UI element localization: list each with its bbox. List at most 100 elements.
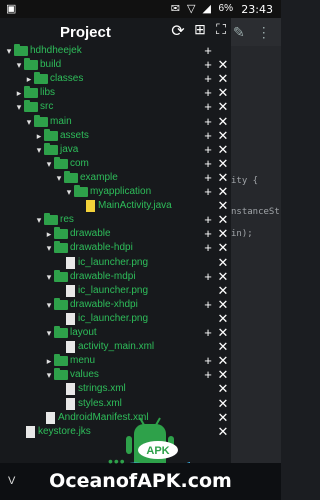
add-icon[interactable]: + xyxy=(202,227,214,241)
delete-icon[interactable]: ✕ xyxy=(217,156,229,171)
tree-file-row[interactable]: activity_main.xml ✕ xyxy=(0,340,231,354)
add-icon[interactable]: + xyxy=(202,241,214,255)
chevron-down-icon[interactable]: ▾ xyxy=(14,100,24,114)
tree-folder-row[interactable]: ▾ drawable-xhdpi + ✕ xyxy=(0,297,231,312)
delete-icon[interactable]: ✕ xyxy=(217,100,229,114)
delete-icon[interactable]: ✕ xyxy=(217,269,229,284)
chevron-down-icon[interactable]: ▾ xyxy=(44,326,54,340)
tree-folder-row[interactable]: ▾ com + ✕ xyxy=(0,156,231,171)
tree-file-row[interactable]: styles.xml ✕ xyxy=(0,396,231,411)
tree-folder-row[interactable]: ▾ hdhdheejek + xyxy=(0,44,231,58)
delete-icon[interactable]: ✕ xyxy=(217,424,229,439)
chevron-right-icon[interactable]: ▸ xyxy=(44,227,54,241)
tree-folder-row[interactable]: ▸ libs + ✕ xyxy=(0,86,231,100)
delete-icon[interactable]: ✕ xyxy=(217,368,229,382)
add-icon[interactable]: + xyxy=(202,114,214,129)
pencil-icon[interactable]: ✎ xyxy=(233,24,245,40)
chevron-right-icon[interactable]: ▸ xyxy=(34,129,44,143)
delete-icon[interactable]: ✕ xyxy=(217,326,229,340)
delete-icon[interactable]: ✕ xyxy=(217,255,229,270)
delete-icon[interactable]: ✕ xyxy=(217,170,229,185)
add-icon[interactable]: + xyxy=(202,72,214,86)
add-icon[interactable]: + xyxy=(202,142,214,157)
delete-icon[interactable]: ✕ xyxy=(217,86,229,100)
tree-folder-row[interactable]: ▾ values + ✕ xyxy=(0,368,231,382)
add-icon[interactable]: + xyxy=(202,185,214,199)
tree-file-row[interactable]: ic_launcher.png ✕ xyxy=(0,311,231,326)
chevron-down-icon[interactable]: ▾ xyxy=(4,44,14,58)
add-icon[interactable]: + xyxy=(202,100,214,114)
add-icon[interactable]: + xyxy=(202,156,214,171)
delete-icon[interactable]: ✕ xyxy=(217,241,229,255)
tree-folder-row[interactable]: ▾ res + ✕ xyxy=(0,213,231,227)
tree-folder-row[interactable]: ▾ drawable-hdpi + ✕ xyxy=(0,241,231,255)
delete-icon[interactable]: ✕ xyxy=(217,382,229,396)
tree-folder-row[interactable]: ▾ java + ✕ xyxy=(0,142,231,157)
add-icon[interactable]: + xyxy=(202,128,214,143)
expand-icon[interactable]: ⛶ xyxy=(211,21,231,38)
add-icon[interactable]: + xyxy=(202,269,214,284)
delete-icon[interactable]: ✕ xyxy=(217,311,229,326)
chevron-down-icon[interactable]: ▾ xyxy=(44,298,54,312)
delete-icon[interactable]: ✕ xyxy=(217,185,229,199)
refresh-icon[interactable]: ⟳ xyxy=(168,21,188,41)
tree-file-row[interactable]: keystore.jks ✕ xyxy=(0,424,231,439)
tree-file-row[interactable]: MainActivity.java ✕ xyxy=(0,199,231,213)
tree-folder-row[interactable]: ▾ main + ✕ xyxy=(0,114,231,129)
tree-file-row[interactable]: AndroidManifest.xml ✕ xyxy=(0,410,231,425)
delete-icon[interactable]: ✕ xyxy=(217,58,229,72)
chevron-right-icon[interactable]: ▸ xyxy=(14,86,24,100)
delete-icon[interactable]: ✕ xyxy=(217,396,229,411)
add-icon[interactable]: + xyxy=(202,44,214,58)
delete-icon[interactable]: ✕ xyxy=(217,297,229,312)
delete-icon[interactable]: ✕ xyxy=(217,410,229,425)
delete-icon[interactable]: ✕ xyxy=(217,199,229,213)
add-icon[interactable]: + xyxy=(202,368,214,382)
add-icon[interactable]: + xyxy=(202,170,214,185)
chevron-down-icon[interactable]: ▾ xyxy=(34,213,44,227)
chevron-down-icon[interactable]: ▾ xyxy=(44,157,54,171)
add-icon[interactable]: + xyxy=(202,326,214,340)
delete-icon[interactable]: ✕ xyxy=(217,213,229,227)
chevron-right-icon[interactable]: ▸ xyxy=(44,354,54,368)
more-icon[interactable]: ⋮ xyxy=(257,24,271,40)
tree-folder-row[interactable]: ▸ classes + ✕ xyxy=(0,72,231,86)
tree-folder-row[interactable]: ▾ build + ✕ xyxy=(0,58,231,72)
chevron-down-icon[interactable]: ▾ xyxy=(64,185,74,199)
delete-icon[interactable]: ✕ xyxy=(217,72,229,86)
tree-file-row[interactable]: ic_launcher.png ✕ xyxy=(0,283,231,298)
delete-icon[interactable]: ✕ xyxy=(217,283,229,298)
tree-folder-row[interactable]: ▸ menu + ✕ xyxy=(0,354,231,368)
tree-file-row[interactable]: ic_launcher.png ✕ xyxy=(0,255,231,270)
add-icon[interactable]: + xyxy=(202,213,214,227)
chevron-down-icon[interactable]: ▾ xyxy=(44,270,54,284)
add-icon[interactable]: + xyxy=(202,86,214,100)
delete-icon[interactable]: ✕ xyxy=(217,142,229,157)
tree-folder-row[interactable]: ▸ drawable + ✕ xyxy=(0,227,231,241)
add-icon[interactable]: + xyxy=(202,297,214,312)
tree-folder-row[interactable]: ▾ drawable-mdpi + ✕ xyxy=(0,269,231,284)
tree-file-row[interactable]: strings.xml ✕ xyxy=(0,382,231,396)
delete-icon[interactable]: ✕ xyxy=(217,114,229,129)
chevron-right-icon[interactable]: ▸ xyxy=(24,72,34,86)
delete-icon[interactable]: ✕ xyxy=(217,340,229,354)
add-icon[interactable]: + xyxy=(202,354,214,368)
chevron-down-icon[interactable]: ▾ xyxy=(14,58,24,72)
delete-icon[interactable]: ✕ xyxy=(217,354,229,368)
chevron-down-icon[interactable]: ▾ xyxy=(54,171,64,185)
tree-folder-row[interactable]: ▸ assets + ✕ xyxy=(0,128,231,143)
code-editor[interactable]: ✎ ⋮ ity { nstanceSt in); xyxy=(231,18,281,500)
add-icon[interactable]: + xyxy=(202,58,214,72)
chevron-down-icon[interactable]: ▾ xyxy=(44,241,54,255)
tree-folder-row[interactable]: ▾ myapplication + ✕ xyxy=(0,185,231,199)
collapse-icon[interactable]: ⊞ xyxy=(190,21,210,38)
tree-folder-row[interactable]: ▾ layout + ✕ xyxy=(0,326,231,340)
file-icon xyxy=(66,397,75,410)
delete-icon[interactable]: ✕ xyxy=(217,227,229,241)
tree-folder-row[interactable]: ▾ src + ✕ xyxy=(0,100,231,114)
chevron-down-icon[interactable]: ▾ xyxy=(34,143,44,157)
tree-folder-row[interactable]: ▾ example + ✕ xyxy=(0,170,231,185)
delete-icon[interactable]: ✕ xyxy=(217,128,229,143)
chevron-down-icon[interactable]: ▾ xyxy=(24,115,34,129)
chevron-down-icon[interactable]: ▾ xyxy=(44,368,54,382)
